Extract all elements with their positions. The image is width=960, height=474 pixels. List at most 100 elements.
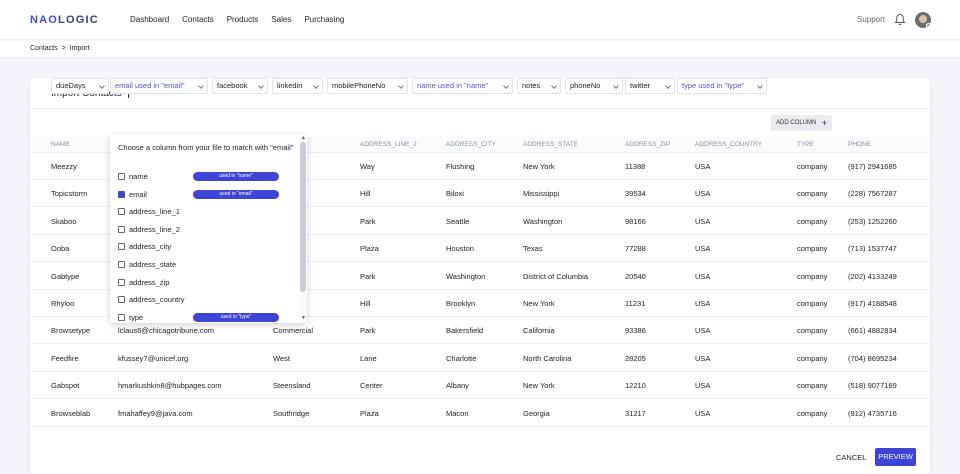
dropdown-title: Choose a column from your file to match … xyxy=(118,143,294,152)
chevron-down-icon xyxy=(665,83,671,89)
column-select-mobilephoneno[interactable]: mobilePhoneNo xyxy=(327,78,408,94)
add-column-button[interactable]: ADD COLUMN + xyxy=(771,115,832,131)
table-cell: 28205 xyxy=(625,353,646,363)
table-cell: fmahaffey9@java.com xyxy=(118,408,193,418)
online-status-icon xyxy=(926,23,931,28)
table-cell: Park xyxy=(360,271,376,281)
checkbox[interactable] xyxy=(118,296,125,304)
bell-icon[interactable] xyxy=(894,13,906,26)
table-row[interactable]: Browseblab fmahaffey9@java.com Southridge P… xyxy=(30,400,930,427)
chevron-down-icon xyxy=(313,83,319,89)
dropdown-option-address-state[interactable]: address_state xyxy=(118,258,304,272)
table-cell: Skaboo xyxy=(51,216,77,226)
chevron-down-icon xyxy=(503,83,509,89)
nav-products[interactable]: Products xyxy=(227,15,259,24)
dropdown-option-address-country[interactable]: address_country xyxy=(118,293,304,307)
checkbox[interactable] xyxy=(118,190,125,198)
table-cell: New York xyxy=(523,162,555,171)
checkbox[interactable] xyxy=(118,173,125,180)
scroll-down-icon[interactable]: ▼ xyxy=(301,315,306,321)
chevron-down-icon xyxy=(757,83,763,89)
table-cell: 77288 xyxy=(625,244,646,254)
column-header: ADDRESS_CITY xyxy=(446,141,496,148)
table-cell: Park xyxy=(360,216,376,226)
brand-logo[interactable]: NAOLOGIC xyxy=(30,14,99,26)
table-cell: Lane xyxy=(360,353,377,363)
table-cell: Washington xyxy=(523,216,563,226)
table-cell: 11231 xyxy=(625,299,646,308)
column-select-facebook[interactable]: facebook xyxy=(212,78,268,94)
table-cell: Hill xyxy=(360,189,371,199)
nav-dashboard[interactable]: Dashboard xyxy=(130,15,169,24)
table-cell: (713) 1537747 xyxy=(848,244,897,254)
nav-purchasing[interactable]: Purchasing xyxy=(304,15,344,24)
table-cell: California xyxy=(523,326,555,336)
dropdown-option-address-zip[interactable]: address_zip xyxy=(118,276,304,290)
option-label: address_zip xyxy=(129,277,170,287)
table-cell: Charlotte xyxy=(446,353,477,363)
dropdown-option-address-line-1[interactable]: address_line_1 xyxy=(118,205,304,219)
table-cell: 98166 xyxy=(625,216,646,226)
table-cell: West xyxy=(273,353,290,363)
cancel-button[interactable]: CANCEL xyxy=(836,453,866,462)
dropdown-option-address-line-2[interactable]: address_line_2 xyxy=(118,223,304,237)
column-select-twitter[interactable]: twitter xyxy=(625,78,675,94)
column-header: ADDRESS_LINE_2 xyxy=(360,141,417,148)
column-select-notes[interactable]: notes xyxy=(517,78,561,94)
table-cell: Feedfire xyxy=(51,353,79,363)
table-cell: Georgia xyxy=(523,408,550,418)
dropdown-option-address-city[interactable]: address_city xyxy=(118,240,304,254)
table-cell: hmarkushkin8@hubpages.com xyxy=(118,381,222,391)
checkbox[interactable] xyxy=(118,313,125,321)
table-cell: Browseblab xyxy=(51,408,91,418)
column-select-duedays[interactable]: dueDays xyxy=(51,78,109,94)
table-cell: USA xyxy=(695,408,711,418)
scroll-up-icon[interactable]: ▲ xyxy=(301,135,306,141)
option-label: address_country xyxy=(129,295,185,305)
table-cell: USA xyxy=(695,381,711,391)
scrollbar-thumb[interactable] xyxy=(300,142,306,292)
checkbox[interactable] xyxy=(118,208,125,216)
support-link[interactable]: Support xyxy=(857,15,885,24)
checkbox[interactable] xyxy=(118,278,125,286)
table-cell: Plaza xyxy=(360,244,379,254)
table-row[interactable]: Feedfire kfussey7@unicef.org West Lane Charl… xyxy=(30,345,930,372)
table-cell: Washington xyxy=(446,271,486,281)
used-badge: used in "name" xyxy=(193,172,279,181)
table-cell: Albany xyxy=(446,381,469,391)
table-cell: USA xyxy=(695,162,711,171)
breadcrumb-bar: Contacts > Import xyxy=(0,41,960,58)
column-select-phoneno[interactable]: phoneNo xyxy=(565,78,623,94)
dropdown-option-type[interactable]: type used in "type" xyxy=(118,311,304,323)
nav-contacts[interactable]: Contacts xyxy=(182,15,214,24)
used-badge: used in "email" xyxy=(193,189,279,199)
option-label: address_line_1 xyxy=(129,207,180,217)
checkbox[interactable] xyxy=(118,261,125,268)
user-avatar[interactable] xyxy=(915,12,931,28)
dropdown-option-email[interactable]: email used in "email" xyxy=(118,188,304,202)
column-select-linkedin[interactable]: linkedin xyxy=(272,78,323,94)
option-label: address_city xyxy=(129,242,172,252)
table-row[interactable]: Gabspot hmarkushkin8@hubpages.com Steensla… xyxy=(30,372,930,400)
table-cell: USA xyxy=(695,271,711,281)
column-header: ADDRESS_STATE xyxy=(523,141,579,148)
breadcrumb-contacts[interactable]: Contacts xyxy=(30,45,58,52)
nav-sales[interactable]: Sales xyxy=(271,15,291,24)
column-select-email[interactable]: email used in "email" xyxy=(110,78,208,94)
table-cell: Gabtype xyxy=(51,271,80,281)
table-cell: Mississippi xyxy=(523,189,560,199)
checkbox[interactable] xyxy=(118,225,125,233)
dropdown-option-name[interactable]: name used in "name" xyxy=(118,170,304,184)
column-select-name[interactable]: name used in "name" xyxy=(412,78,513,94)
table-cell: Brooklyn xyxy=(446,299,476,308)
table-cell: kfussey7@unicef.org xyxy=(118,353,189,363)
preview-button[interactable]: PREVIEW xyxy=(875,448,916,466)
table-cell: company xyxy=(797,189,828,199)
table-cell: Gabspot xyxy=(51,381,80,391)
table-cell: lclaus6@chicagotribune.com xyxy=(118,326,214,336)
chevron-down-icon xyxy=(198,83,204,89)
column-select-type[interactable]: type used in "type" xyxy=(677,78,767,94)
chevron-down-icon xyxy=(398,83,404,89)
checkbox[interactable] xyxy=(118,243,125,251)
table-cell: (253) 1252260 xyxy=(848,216,897,226)
